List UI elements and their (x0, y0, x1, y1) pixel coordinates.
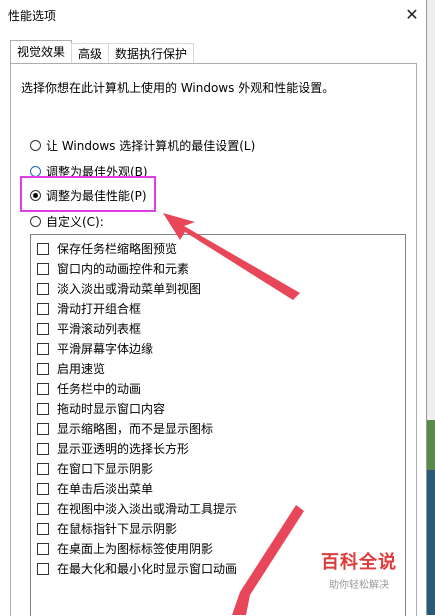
checkbox[interactable] (37, 522, 49, 535)
close-button[interactable]: ✕ (400, 3, 424, 25)
list-item[interactable]: 显示缩略图，而不是显示图标 (37, 420, 213, 437)
list-item-label: 平滑滚动列表框 (57, 322, 142, 336)
list-item[interactable]: 在鼠标指针下显示阴影 (37, 520, 177, 537)
checkbox[interactable] (37, 402, 49, 415)
checkbox[interactable] (37, 382, 49, 395)
list-item[interactable]: 在最大化和最小化时显示窗口动画 (37, 560, 237, 577)
list-item[interactable]: 窗口内的动画控件和元素 (37, 260, 189, 277)
list-item[interactable]: 滑动打开组合框 (37, 300, 141, 317)
watermark: 百科全说 助你轻松解决 (314, 548, 404, 591)
list-item-label: 在窗口下显示阴影 (57, 462, 154, 476)
radio-let-windows-choose[interactable]: 让 Windows 选择计算机的最佳设置(L) (30, 137, 255, 154)
list-item-label: 在桌面上为图标标签使用阴影 (57, 542, 214, 556)
list-item[interactable]: 在桌面上为图标标签使用阴影 (37, 540, 213, 557)
checkbox[interactable] (37, 322, 49, 335)
checkbox[interactable] (37, 362, 49, 375)
tab-advanced[interactable]: 高级 (71, 43, 110, 64)
list-item[interactable]: 启用速览 (37, 360, 105, 377)
list-item[interactable]: 在视图中淡入淡出或滑动工具提示 (37, 500, 237, 517)
list-item[interactable]: 在单击后淡出菜单 (37, 480, 153, 497)
list-item-label: 在单击后淡出菜单 (57, 482, 154, 496)
checkbox[interactable] (37, 502, 49, 515)
list-item[interactable]: 拖动时显示窗口内容 (37, 400, 165, 417)
annotation-highlight-box (20, 176, 156, 212)
radio-custom[interactable]: 自定义(C): (30, 213, 104, 230)
list-item-label: 保存任务栏缩略图预览 (57, 242, 178, 256)
list-item[interactable]: 任务栏中的动画 (37, 380, 141, 397)
list-item[interactable]: 在窗口下显示阴影 (37, 460, 153, 477)
tab-visual-effects[interactable]: 视觉效果 (10, 40, 73, 64)
title-bar: 性能选项 ✕ (0, 0, 426, 30)
window-title: 性能选项 (8, 9, 57, 23)
checkbox[interactable] (37, 482, 49, 495)
checkbox[interactable] (37, 422, 49, 435)
radio-label: 让 Windows 选择计算机的最佳设置(L) (46, 139, 256, 153)
list-item-label: 在最大化和最小化时显示窗口动画 (57, 562, 238, 576)
watermark-subtitle: 助你轻松解决 (329, 580, 389, 591)
close-icon: ✕ (405, 4, 419, 24)
checkbox[interactable] (37, 442, 49, 455)
checkbox[interactable] (37, 542, 49, 555)
description-text: 选择你想在此计算机上使用的 Windows 外观和性能设置。 (21, 81, 335, 95)
watermark-title: 百科全说 (321, 552, 397, 573)
radio-circle (30, 216, 41, 227)
list-item-label: 拖动时显示窗口内容 (57, 402, 166, 416)
checkbox[interactable] (37, 302, 49, 315)
list-item[interactable]: 平滑滚动列表框 (37, 320, 141, 337)
performance-options-dialog: 性能选项 ✕ 视觉效果 高级 数据执行保护 选择你想在此计算机上使用的 Wind… (0, 0, 427, 616)
list-item-label: 平滑屏幕字体边缘 (57, 342, 154, 356)
list-item[interactable]: 平滑屏幕字体边缘 (37, 340, 153, 357)
tab-strip: 视觉效果 高级 数据执行保护 (10, 40, 195, 64)
checkbox[interactable] (37, 342, 49, 355)
checkbox[interactable] (37, 462, 49, 475)
radio-label: 自定义(C): (46, 215, 104, 229)
list-item-label: 淡入淡出或滑动菜单到视图 (57, 282, 202, 296)
radio-circle (30, 140, 41, 151)
checkbox[interactable] (37, 562, 49, 575)
list-item-label: 任务栏中的动画 (57, 382, 142, 396)
tab-data-execution-prevention[interactable]: 数据执行保护 (108, 43, 195, 64)
list-item-label: 窗口内的动画控件和元素 (57, 262, 190, 276)
list-item[interactable]: 保存任务栏缩略图预览 (37, 240, 177, 257)
list-item-label: 显示缩略图，而不是显示图标 (57, 422, 214, 436)
list-item-label: 在视图中淡入淡出或滑动工具提示 (57, 502, 238, 516)
checkbox[interactable] (37, 262, 49, 275)
list-item[interactable]: 淡入淡出或滑动菜单到视图 (37, 280, 201, 297)
checkbox[interactable] (37, 282, 49, 295)
list-item-label: 在鼠标指针下显示阴影 (57, 522, 178, 536)
list-item-label: 启用速览 (57, 362, 106, 376)
list-item-label: 滑动打开组合框 (57, 302, 142, 316)
list-item[interactable]: 显示亚透明的选择长方形 (37, 440, 189, 457)
list-item-label: 显示亚透明的选择长方形 (57, 442, 190, 456)
checkbox[interactable] (37, 242, 49, 255)
